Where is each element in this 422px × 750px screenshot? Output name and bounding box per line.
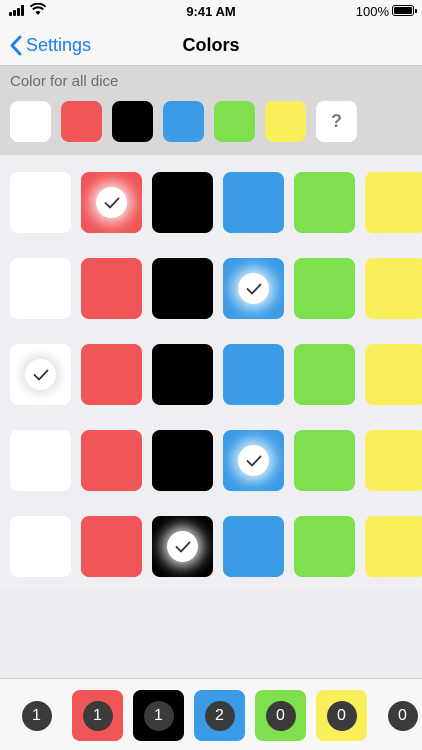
color-option-yellow[interactable] bbox=[365, 172, 422, 233]
color-option-white[interactable] bbox=[10, 430, 71, 491]
color-option-black[interactable] bbox=[152, 258, 213, 319]
checkmark-icon bbox=[167, 531, 198, 562]
color-count-bar: 1112000 bbox=[0, 678, 422, 750]
count-badge: 1 bbox=[143, 700, 174, 731]
all-dice-green-swatch[interactable] bbox=[214, 101, 255, 142]
color-option-green[interactable] bbox=[294, 430, 355, 491]
color-option-red[interactable] bbox=[81, 258, 142, 319]
color-option-white[interactable] bbox=[10, 516, 71, 577]
status-bar: 9:41 AM 100% bbox=[0, 0, 422, 24]
color-option-white[interactable] bbox=[10, 344, 71, 405]
all-dice-section: Color for all dice ? bbox=[0, 66, 422, 155]
color-option-black[interactable] bbox=[152, 172, 213, 233]
color-option-yellow[interactable] bbox=[365, 430, 422, 491]
all-dice-white-swatch[interactable] bbox=[10, 101, 51, 142]
color-option-red[interactable] bbox=[81, 344, 142, 405]
all-dice-label: Color for all dice bbox=[10, 73, 119, 90]
color-option-green[interactable] bbox=[294, 516, 355, 577]
color-option-red[interactable] bbox=[81, 430, 142, 491]
die-color-row bbox=[0, 416, 422, 502]
color-option-yellow[interactable] bbox=[365, 258, 422, 319]
color-option-black[interactable] bbox=[152, 344, 213, 405]
color-option-blue[interactable] bbox=[223, 258, 284, 319]
count-tile-green: 0 bbox=[255, 690, 306, 741]
checkmark-icon bbox=[238, 445, 269, 476]
die-color-row bbox=[0, 244, 422, 330]
all-dice-red-swatch[interactable] bbox=[61, 101, 102, 142]
all-dice-random-swatch[interactable]: ? bbox=[316, 101, 357, 142]
count-tile-black: 1 bbox=[133, 690, 184, 741]
count-badge: 1 bbox=[21, 700, 52, 731]
color-option-blue[interactable] bbox=[223, 172, 284, 233]
all-dice-black-swatch[interactable] bbox=[112, 101, 153, 142]
navigation-bar: Settings Colors bbox=[0, 24, 422, 66]
die-color-row bbox=[0, 502, 422, 588]
checkmark-icon bbox=[238, 273, 269, 304]
battery-percent: 100% bbox=[355, 4, 389, 19]
count-badge: 1 bbox=[82, 700, 113, 731]
count-tile-none: 1 bbox=[11, 690, 62, 741]
count-tile-yellow: 0 bbox=[316, 690, 367, 741]
battery-icon bbox=[392, 5, 417, 16]
die-color-row bbox=[0, 330, 422, 416]
color-option-white[interactable] bbox=[10, 172, 71, 233]
count-tile-red: 1 bbox=[72, 690, 123, 741]
color-option-yellow[interactable] bbox=[365, 516, 422, 577]
color-option-yellow[interactable] bbox=[365, 344, 422, 405]
checkmark-icon bbox=[25, 359, 56, 390]
dice-color-list bbox=[0, 158, 422, 590]
color-option-green[interactable] bbox=[294, 344, 355, 405]
color-option-white[interactable] bbox=[10, 258, 71, 319]
count-badge: 0 bbox=[387, 700, 418, 731]
color-option-blue[interactable] bbox=[223, 430, 284, 491]
count-tile-none: 0 bbox=[377, 690, 422, 741]
question-mark-icon: ? bbox=[331, 111, 342, 131]
color-option-black[interactable] bbox=[152, 430, 213, 491]
all-dice-blue-swatch[interactable] bbox=[163, 101, 204, 142]
color-option-green[interactable] bbox=[294, 172, 355, 233]
die-color-row bbox=[0, 158, 422, 244]
page-title: Colors bbox=[182, 35, 240, 55]
count-tile-blue: 2 bbox=[194, 690, 245, 741]
color-option-black[interactable] bbox=[152, 516, 213, 577]
count-badge: 2 bbox=[204, 700, 235, 731]
color-option-green[interactable] bbox=[294, 258, 355, 319]
color-option-red[interactable] bbox=[81, 516, 142, 577]
count-badge: 0 bbox=[265, 700, 296, 731]
count-badge: 0 bbox=[326, 700, 357, 731]
all-dice-yellow-swatch[interactable] bbox=[265, 101, 306, 142]
color-option-blue[interactable] bbox=[223, 516, 284, 577]
checkmark-icon bbox=[96, 187, 127, 218]
color-option-blue[interactable] bbox=[223, 344, 284, 405]
color-option-red[interactable] bbox=[81, 172, 142, 233]
